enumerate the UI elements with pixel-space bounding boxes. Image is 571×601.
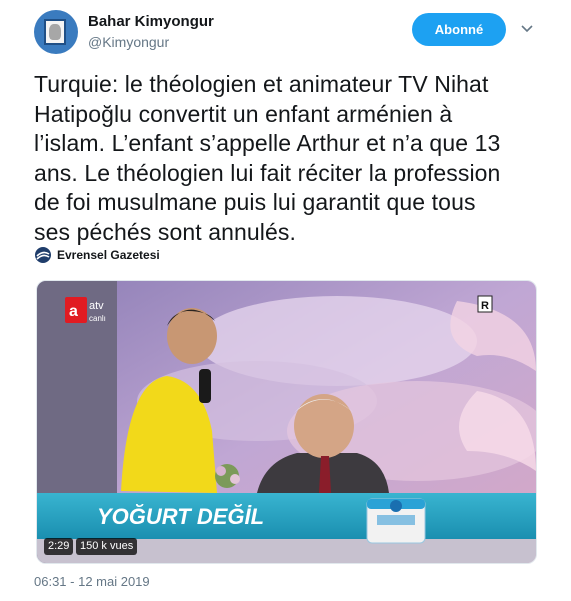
- evrensel-logo-icon: [35, 247, 51, 263]
- author-name[interactable]: Bahar Kimyongur: [88, 13, 214, 30]
- video-duration: 2:29: [44, 538, 74, 555]
- video-player[interactable]: YOĞURT DEĞİL a atv canlı R: [36, 280, 537, 564]
- avatar-portrait: [49, 24, 61, 40]
- follow-button[interactable]: Abonné: [412, 13, 506, 46]
- tweet-timestamp[interactable]: 06:31 - 12 mai 2019: [34, 574, 150, 589]
- video-views: 150 k vues: [76, 538, 138, 555]
- tweet-line: de foi musulmane puis lui garantit que t…: [34, 189, 476, 215]
- source-label: Evrensel Gazetesi: [57, 248, 160, 262]
- svg-text:a: a: [69, 303, 78, 320]
- tweet-line: ses péchés sont annulés.: [34, 218, 296, 245]
- tweet-line: l’islam. L’enfant s’appelle Arthur et n’…: [34, 130, 501, 156]
- tweet-header: Bahar Kimyongur @Kimyongur Abonné: [34, 10, 544, 56]
- avatar[interactable]: [34, 10, 78, 54]
- chevron-down-icon[interactable]: [520, 22, 534, 36]
- tweet-line: ans. Le théologien lui fait réciter la p…: [34, 159, 501, 186]
- tweet-line: Hatipoğlu convertit un enfant arménien à: [34, 100, 453, 127]
- tweet-text: Turquie: le théologien et animateur TV N…: [34, 70, 539, 247]
- tweet-line: Turquie: le théologien et animateur TV N…: [34, 71, 489, 97]
- channel-sub: canlı: [89, 314, 106, 323]
- banner-text: YOĞURT DEĞİL: [97, 504, 264, 529]
- rating-badge: R: [481, 300, 489, 312]
- video-source[interactable]: Evrensel Gazetesi: [34, 245, 160, 265]
- author-handle[interactable]: @Kimyongur: [88, 34, 169, 50]
- channel-logo: atv: [89, 300, 104, 312]
- video-frame: YOĞURT DEĞİL a atv canlı R: [37, 281, 536, 563]
